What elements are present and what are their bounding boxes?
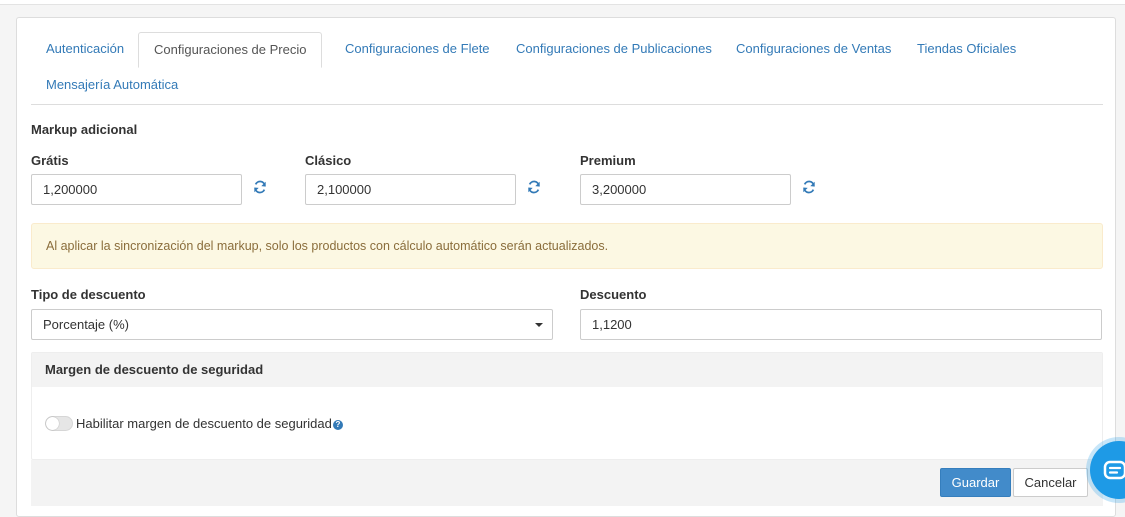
tab-autenticacion[interactable]: Autenticación bbox=[31, 32, 139, 68]
tab-configuraciones-precio[interactable]: Configuraciones de Precio bbox=[138, 32, 323, 68]
form-footer: Guardar Cancelar bbox=[31, 460, 1103, 506]
discount-type-label: Tipo de descuento bbox=[31, 287, 146, 302]
settings-panel: Autenticación Configuraciones de Precio … bbox=[16, 17, 1116, 517]
discount-type-select[interactable]: Porcentaje (%) bbox=[31, 309, 553, 340]
safety-margin-title: Margen de descuento de seguridad bbox=[32, 353, 1102, 387]
sync-icon[interactable] bbox=[253, 180, 267, 194]
clasico-input[interactable]: 2,100000 bbox=[305, 174, 516, 205]
safety-margin-toggle[interactable] bbox=[45, 416, 73, 431]
caret-down-icon bbox=[535, 323, 543, 327]
tab-configuraciones-flete[interactable]: Configuraciones de Flete bbox=[330, 32, 505, 68]
premium-label: Premium bbox=[580, 153, 636, 168]
chat-icon bbox=[1103, 460, 1125, 480]
sync-icon[interactable] bbox=[527, 180, 541, 194]
safety-margin-toggle-label: Habilitar margen de descuento de segurid… bbox=[76, 416, 332, 431]
premium-input[interactable]: 3,200000 bbox=[580, 174, 791, 205]
tab-configuraciones-publicaciones[interactable]: Configuraciones de Publicaciones bbox=[501, 32, 727, 68]
save-button[interactable]: Guardar bbox=[940, 468, 1011, 497]
safety-margin-section: Margen de descuento de seguridad Habilit… bbox=[31, 352, 1103, 460]
tab-mensajeria-automatica[interactable]: Mensajería Automática bbox=[31, 68, 193, 104]
discount-label: Descuento bbox=[580, 287, 647, 302]
markup-sync-alert: Al aplicar la sincronización del markup,… bbox=[31, 223, 1103, 269]
gratis-label: Grátis bbox=[31, 153, 69, 168]
top-bar bbox=[0, 0, 1125, 5]
discount-type-value: Porcentaje (%) bbox=[43, 317, 129, 332]
help-icon[interactable]: ? bbox=[333, 420, 343, 430]
markup-title: Markup adicional bbox=[31, 122, 138, 137]
toggle-knob bbox=[46, 417, 59, 430]
cancel-button[interactable]: Cancelar bbox=[1013, 468, 1088, 497]
tab-configuraciones-ventas[interactable]: Configuraciones de Ventas bbox=[721, 32, 906, 68]
gratis-input[interactable]: 1,200000 bbox=[31, 174, 242, 205]
discount-input[interactable]: 1,1200 bbox=[580, 309, 1102, 340]
tab-bar: Autenticación Configuraciones de Precio … bbox=[31, 32, 1103, 105]
tab-tiendas-oficiales[interactable]: Tiendas Oficiales bbox=[902, 32, 1031, 68]
clasico-label: Clásico bbox=[305, 153, 352, 168]
sync-icon[interactable] bbox=[802, 180, 816, 194]
